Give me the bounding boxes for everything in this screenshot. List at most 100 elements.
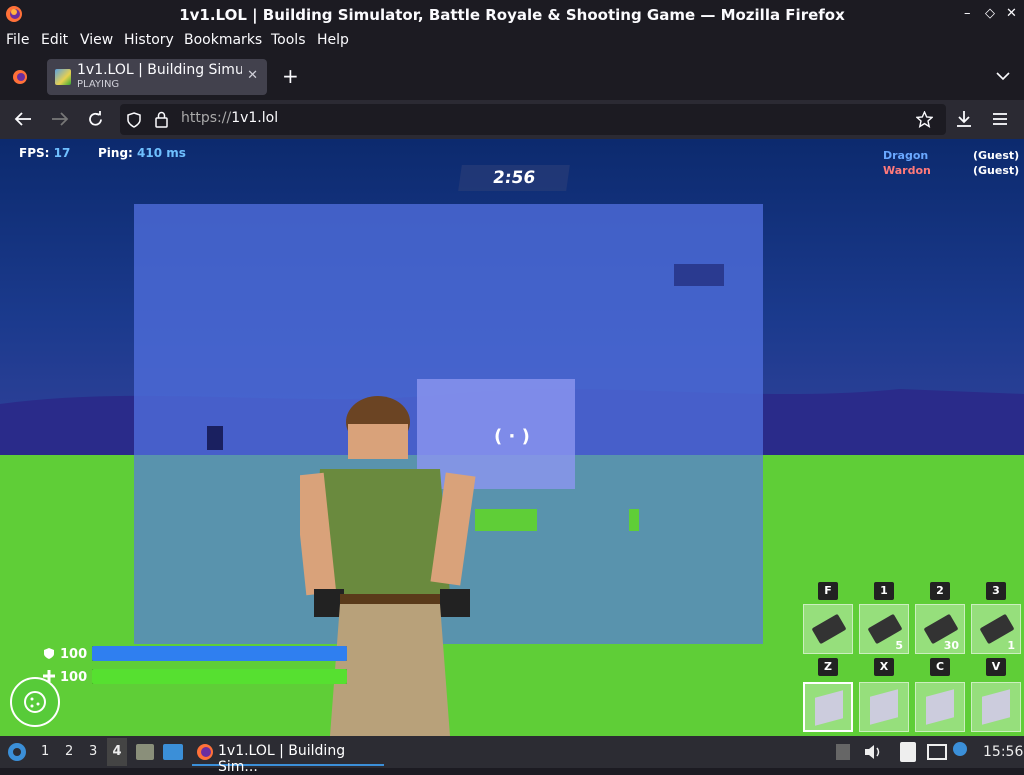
start-menu-icon[interactable] [7, 742, 27, 762]
health-value: 100 [60, 670, 88, 685]
tab-playing-label: PLAYING [77, 79, 120, 90]
menu-view[interactable]: View [80, 32, 113, 48]
fps-label: FPS: [19, 146, 50, 160]
grass-gap [629, 509, 639, 531]
roof-build-icon [982, 689, 1010, 725]
tab-close-icon[interactable]: ✕ [247, 68, 258, 83]
menu-bar: File Edit View History Bookmarks Tools H… [0, 30, 1024, 52]
taskbar: 1 2 3 4 1v1.LOL | Building Sim... 15:56 [0, 736, 1024, 775]
workspace-2[interactable]: 2 [65, 744, 73, 759]
build-slot-x[interactable] [859, 682, 909, 732]
crosshair-icon: ( · ) [494, 426, 530, 447]
tab-favicon-icon [55, 69, 71, 85]
player-character [300, 396, 476, 736]
floor-build-icon [870, 689, 898, 725]
weapon-key-f: F [818, 582, 838, 600]
taskbar-app-firefox[interactable]: 1v1.LOL | Building Sim... [192, 738, 384, 775]
show-desktop-icon[interactable] [163, 744, 183, 760]
menu-tools[interactable]: Tools [271, 32, 306, 48]
taskbar-app-label: 1v1.LOL | Building Sim... [218, 743, 346, 775]
clock: 15:56 [983, 744, 1024, 760]
minimize-button[interactable]: – [964, 6, 971, 21]
menu-edit[interactable]: Edit [41, 32, 68, 48]
wall-damage-patch [674, 264, 724, 286]
workspace-3[interactable]: 3 [89, 744, 97, 759]
tab-1v1lol[interactable]: 1v1.LOL | Building Simula PLAYING ✕ [47, 59, 267, 95]
wall-build-icon [815, 690, 843, 726]
url-text[interactable]: https://1v1.lol [181, 110, 278, 126]
fps-value: 17 [53, 146, 71, 160]
shield-bar [92, 646, 347, 661]
build-key-c: C [930, 658, 950, 676]
navigation-bar: https://1v1.lol [0, 100, 1024, 139]
health-bar-fill [92, 669, 347, 684]
clipboard-icon[interactable] [900, 742, 916, 762]
forward-icon[interactable] [51, 111, 69, 127]
build-slot-z[interactable] [803, 682, 853, 732]
bookmark-star-icon[interactable] [916, 111, 933, 128]
player-tag: (Guest) [973, 164, 1020, 177]
build-key-z: Z [818, 658, 838, 676]
menu-bookmarks[interactable]: Bookmarks [184, 32, 262, 48]
menu-help[interactable]: Help [317, 32, 349, 48]
build-slot-v[interactable] [971, 682, 1021, 732]
notification-icon[interactable] [953, 742, 967, 756]
shield-bar-fill [92, 646, 347, 661]
workspace-1[interactable]: 1 [41, 744, 49, 759]
ammo-count: 30 [943, 639, 959, 652]
weapon-slot-f[interactable] [803, 604, 853, 654]
lock-icon[interactable] [155, 111, 168, 128]
ping-readout: Ping: 410 ms [98, 146, 186, 160]
weapon-slot-1[interactable]: 5 [859, 604, 909, 654]
player-name-dragon: Dragon [883, 149, 929, 162]
player-tag: (Guest) [973, 149, 1020, 162]
url-bar[interactable]: https://1v1.lol [120, 104, 946, 135]
grass-gap [475, 509, 537, 531]
build-slot-c[interactable] [915, 682, 965, 732]
health-bar [92, 669, 347, 684]
reload-icon[interactable] [87, 111, 104, 128]
hamburger-menu-icon[interactable] [992, 112, 1008, 126]
pickaxe-icon [811, 613, 847, 645]
tab-bar: 1v1.LOL | Building Simula PLAYING ✕ + [0, 52, 1024, 100]
volume-icon[interactable] [864, 744, 882, 760]
weapon-slot-3[interactable]: 1 [971, 604, 1021, 654]
maximize-button[interactable]: ◇ [985, 6, 995, 21]
network-icon[interactable] [927, 744, 947, 760]
shield-value: 100 [60, 647, 88, 662]
ramp-build-icon [926, 689, 954, 725]
player-name-wardon: Wardon [883, 164, 931, 177]
build-key-x: X [874, 658, 894, 676]
weapon-key-2: 2 [930, 582, 950, 600]
cookie-settings-button[interactable] [10, 677, 60, 727]
downloads-icon[interactable] [956, 110, 972, 128]
tray-expand-icon[interactable] [836, 744, 850, 760]
weapon-key-3: 3 [986, 582, 1006, 600]
weapon-slot-2[interactable]: 30 [915, 604, 965, 654]
weapon-key-1: 1 [874, 582, 894, 600]
menu-history[interactable]: History [124, 32, 174, 48]
file-manager-icon[interactable] [136, 744, 154, 760]
firefox-view-icon[interactable] [11, 68, 29, 86]
build-key-v: V [986, 658, 1006, 676]
game-canvas[interactable]: ( · ) FPS: 17 Ping: 410 ms 2:56 Dragon (… [0, 139, 1024, 736]
match-timer: 2:56 [458, 165, 570, 191]
tracking-shield-icon[interactable] [127, 112, 141, 128]
back-icon[interactable] [14, 111, 32, 127]
tab-title: 1v1.LOL | Building Simula [77, 62, 242, 78]
shield-icon [44, 648, 54, 659]
ping-value: 410 ms [137, 146, 186, 160]
fps-readout: FPS: 17 [19, 146, 70, 160]
close-window-button[interactable]: ✕ [1006, 6, 1017, 21]
url-host: 1v1.lol [231, 110, 279, 126]
url-protocol: https:// [181, 110, 232, 126]
window-titlebar: 1v1.LOL | Building Simulator, Battle Roy… [0, 0, 1024, 30]
ping-label: Ping: [98, 146, 133, 160]
ammo-count: 5 [895, 639, 903, 652]
ammo-count: 1 [1007, 639, 1015, 652]
wall-damage-patch [207, 426, 223, 450]
list-tabs-chevron-icon[interactable] [996, 71, 1010, 81]
workspace-4-active[interactable]: 4 [107, 738, 127, 766]
new-tab-button[interactable]: + [282, 64, 299, 88]
menu-file[interactable]: File [6, 32, 29, 48]
